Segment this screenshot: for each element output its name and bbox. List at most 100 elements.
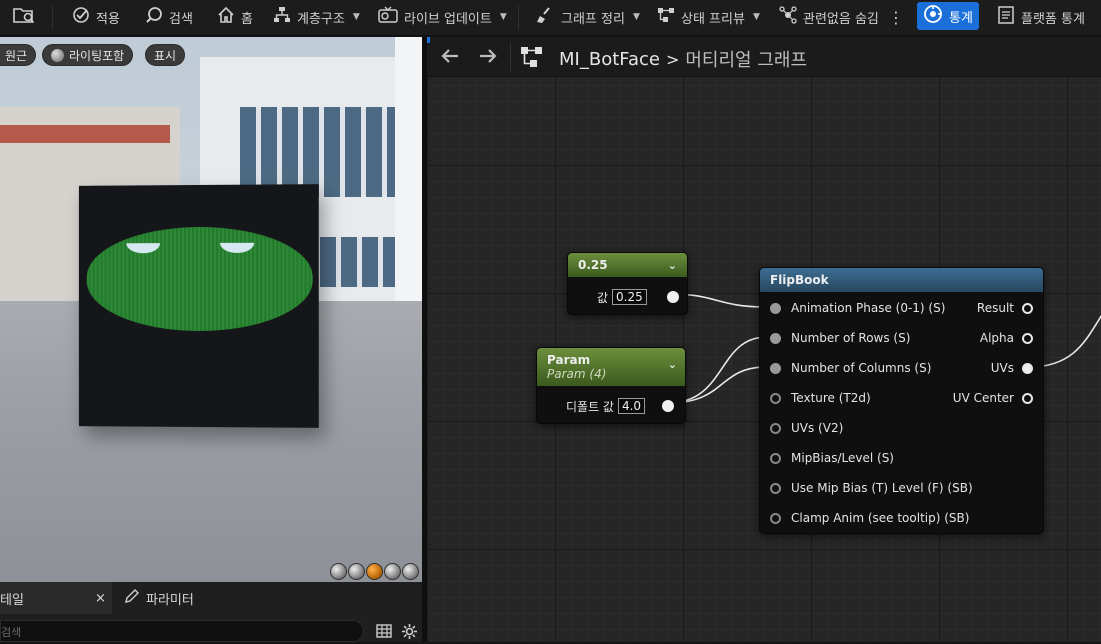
node-tree-icon xyxy=(657,6,675,28)
platform-stats-button[interactable]: 플랫폼 통계 xyxy=(997,0,1085,34)
clean-graph-dropdown[interactable]: 그래프 정리 ▼ xyxy=(535,0,640,34)
details-panel: 테일 × 파라미터 검색 xyxy=(0,582,422,642)
stats-toggle[interactable]: 통계 xyxy=(917,2,979,30)
active-marker xyxy=(427,37,430,43)
lit-sphere-icon xyxy=(51,48,64,62)
param-node-title: Param xyxy=(547,353,591,367)
constant-value-row: 값 0.25 xyxy=(597,287,679,307)
input-pin-label: Use Mip Bias (T) Level (F) (SB) xyxy=(791,481,973,495)
chevron-down-icon: ▼ xyxy=(352,12,360,22)
tab-parameters[interactable]: 파라미터 xyxy=(124,582,194,614)
search-button[interactable]: 검색 xyxy=(145,0,193,34)
preview-viewport[interactable]: 원근 라이팅포함 표시 xyxy=(0,37,422,582)
chevron-down-icon[interactable]: ⌄ xyxy=(668,259,677,272)
show-chip[interactable]: 표시 xyxy=(145,44,186,66)
input-pin-label: Animation Phase (0-1) (S) xyxy=(791,301,946,315)
flipbook-input-row[interactable]: MipBias/Level (S) xyxy=(770,448,894,468)
param-node[interactable]: Param Param (4) ⌄ 디폴트 값 4.0 xyxy=(536,347,686,424)
close-icon[interactable]: × xyxy=(95,591,106,606)
live-update-label: 라이브 업데이트 xyxy=(404,11,492,27)
output-pin[interactable] xyxy=(1022,392,1033,404)
state-preview-dropdown[interactable]: 상태 프리뷰 ▼ xyxy=(657,0,760,34)
state-preview-label: 상태 프리뷰 xyxy=(681,11,745,27)
flipbook-output-row[interactable]: UV Center xyxy=(953,388,1033,408)
constant-output-pin[interactable] xyxy=(666,291,679,303)
input-pin[interactable] xyxy=(770,302,781,314)
output-pin[interactable] xyxy=(1022,302,1033,314)
search-input[interactable]: 검색 xyxy=(0,620,364,642)
sphere-preview-button[interactable] xyxy=(348,563,365,580)
lighting-chip[interactable]: 라이팅포함 xyxy=(42,44,134,66)
flipbook-node-header[interactable]: FlipBook xyxy=(760,268,1043,292)
back-arrow-icon[interactable] xyxy=(439,45,461,71)
show-label: 표시 xyxy=(154,48,177,63)
hierarchy-dropdown[interactable]: 계층구조 ▼ xyxy=(273,0,360,34)
flipbook-input-row[interactable]: Texture (T2d) xyxy=(770,388,871,408)
input-pin-label: UVs (V2) xyxy=(791,421,844,435)
constant-node[interactable]: 0.25 ⌄ 값 0.25 xyxy=(567,252,688,315)
browse-button[interactable] xyxy=(12,0,36,34)
live-update-dropdown[interactable]: 라이브 업데이트 ▼ xyxy=(378,0,507,34)
param-node-header[interactable]: Param Param (4) ⌄ xyxy=(537,348,685,386)
flipbook-node[interactable]: FlipBook Animation Phase (0-1) (S) Number… xyxy=(759,267,1044,534)
input-pin[interactable] xyxy=(770,482,781,494)
preview-shape-buttons xyxy=(330,563,419,580)
stats-label: 통계 xyxy=(949,10,973,26)
home-label: 홈 xyxy=(241,11,253,27)
input-pin[interactable] xyxy=(770,332,781,344)
apply-button[interactable]: 적용 xyxy=(72,0,120,34)
cube-preview-button[interactable] xyxy=(384,563,401,580)
constant-node-title: 0.25 xyxy=(578,258,608,272)
input-pin[interactable] xyxy=(770,362,781,374)
home-button[interactable]: 홈 xyxy=(217,0,253,34)
output-pin[interactable] xyxy=(1022,332,1033,344)
table-view-icon[interactable] xyxy=(376,623,392,643)
perspective-chip[interactable]: 원근 xyxy=(0,44,37,66)
material-graph-icon xyxy=(520,46,544,72)
kebab-menu-icon: ⋮ xyxy=(888,7,904,27)
input-pin[interactable] xyxy=(770,452,781,464)
tab-parameters-label: 파라미터 xyxy=(146,592,194,608)
graph-header: MI_BotFace > 머티리얼 그래프 xyxy=(427,37,1101,77)
chevron-down-icon[interactable]: ⌄ xyxy=(668,358,677,371)
hide-unrelated-button[interactable]: 관련없음 숨김 xyxy=(779,0,879,34)
input-pin[interactable] xyxy=(770,422,781,434)
apply-icon xyxy=(72,6,90,28)
input-pin-label: MipBias/Level (S) xyxy=(791,451,894,465)
output-pin-label: UV Center xyxy=(952,391,1014,405)
flipbook-input-row[interactable]: Number of Columns (S) xyxy=(770,358,931,378)
cylinder-preview-button[interactable] xyxy=(330,563,347,580)
broom-icon xyxy=(535,6,555,28)
roof-left xyxy=(0,125,170,143)
home-icon xyxy=(217,6,235,28)
hierarchy-icon xyxy=(273,6,291,28)
output-pin[interactable] xyxy=(1022,362,1033,374)
perspective-label: 원근 xyxy=(5,48,28,63)
flipbook-input-row[interactable]: Use Mip Bias (T) Level (F) (SB) xyxy=(770,478,973,498)
flipbook-node-title: FlipBook xyxy=(770,273,829,287)
constant-value-field[interactable]: 0.25 xyxy=(612,289,647,305)
flipbook-output-row[interactable]: UVs xyxy=(991,358,1033,378)
preview-mesh xyxy=(78,184,319,428)
input-pin-label: Number of Columns (S) xyxy=(791,361,932,375)
param-default-field[interactable]: 4.0 xyxy=(617,398,646,414)
flipbook-input-row[interactable]: UVs (V2) xyxy=(770,418,843,438)
input-pin[interactable] xyxy=(770,392,781,404)
breadcrumb-material[interactable]: MI_BotFace xyxy=(559,49,660,70)
plane-preview-button[interactable] xyxy=(366,563,383,580)
folder-search-icon xyxy=(12,5,36,29)
mesh-preview-button[interactable] xyxy=(402,563,419,580)
flipbook-input-row[interactable]: Number of Rows (S) xyxy=(770,328,910,348)
flipbook-output-row[interactable]: Result xyxy=(977,298,1033,318)
settings-gear-icon[interactable] xyxy=(401,623,418,644)
flipbook-output-row[interactable]: Alpha xyxy=(980,328,1033,348)
input-pin[interactable] xyxy=(770,512,781,524)
forward-arrow-icon[interactable] xyxy=(477,45,499,71)
flipbook-input-row[interactable]: Animation Phase (0-1) (S) xyxy=(770,298,945,318)
tab-details[interactable]: 테일 × xyxy=(0,582,112,614)
flipbook-input-row[interactable]: Clamp Anim (see tooltip) (SB) xyxy=(770,508,969,528)
more-options-button[interactable]: ⋮ xyxy=(888,0,904,34)
search-icon xyxy=(145,6,163,28)
param-output-pin[interactable] xyxy=(662,400,675,412)
constant-node-header[interactable]: 0.25 ⌄ xyxy=(568,253,687,277)
